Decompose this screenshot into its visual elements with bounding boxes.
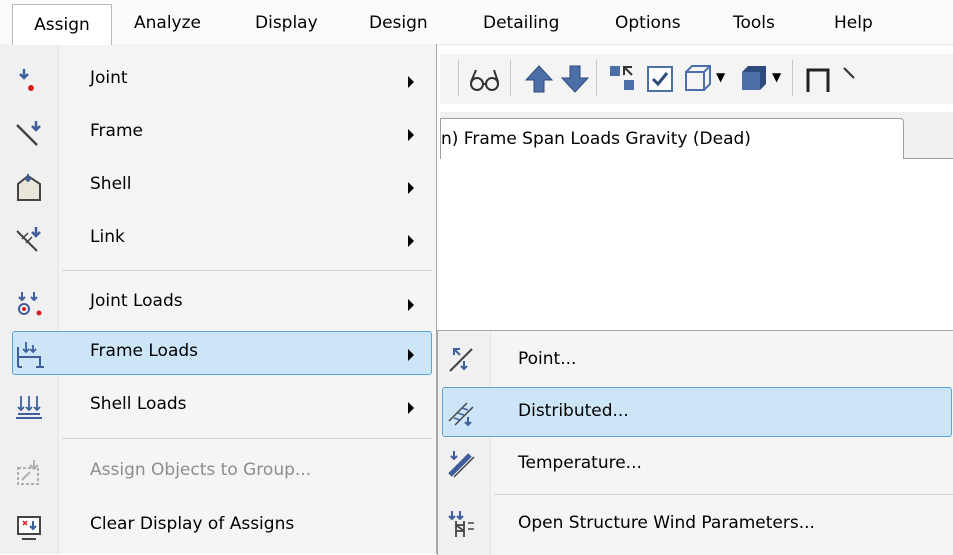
- select-icon[interactable]: [606, 62, 640, 96]
- submenu-arrow-icon: [408, 349, 414, 361]
- menu-design[interactable]: Design: [369, 10, 428, 36]
- frame-loads-submenu: Point... Distributed... Temperature... O…: [437, 330, 953, 555]
- menu-item-assign-objects-to-group[interactable]: Assign Objects to Group...: [0, 448, 436, 498]
- temperature-load-icon: [448, 451, 475, 478]
- toolbar-separator: [510, 60, 511, 96]
- link-icon: [16, 227, 41, 252]
- group-icon: [17, 460, 39, 485]
- menu-item-label: Link: [90, 227, 125, 247]
- submenu-arrow-icon: [408, 182, 414, 194]
- submenu-item-temperature[interactable]: Temperature...: [438, 437, 953, 491]
- submenu-item-distributed[interactable]: Distributed...: [438, 385, 953, 439]
- toolbar-separator: [596, 60, 597, 96]
- menu-item-clear-display-of-assigns[interactable]: Clear Display of Assigns: [0, 502, 436, 552]
- submenu-item-label: Open Structure Wind Parameters...: [518, 513, 815, 533]
- menu-item-frame-loads[interactable]: Frame Loads: [0, 329, 436, 379]
- menu-item-label: Assign Objects to Group...: [90, 460, 312, 480]
- menu-separator: [62, 438, 432, 439]
- submenu-item-label: Temperature...: [518, 453, 642, 473]
- submenu-arrow-icon: [408, 402, 414, 414]
- checkbox-icon[interactable]: [644, 62, 678, 96]
- wind-parameters-icon: [448, 511, 474, 537]
- menu-detailing[interactable]: Detailing: [483, 10, 559, 36]
- toolbar: ▼ ▼: [440, 54, 953, 104]
- menu-help[interactable]: Help: [834, 10, 873, 36]
- menu-separator: [494, 494, 953, 495]
- menu-separator: [62, 270, 432, 271]
- distributed-load-icon: [448, 402, 474, 427]
- menu-bar: Assign Analyze Display Design Detailing …: [0, 0, 953, 45]
- submenu-arrow-icon: [408, 235, 414, 247]
- menu-item-joint-loads[interactable]: Joint Loads: [0, 279, 436, 329]
- submenu-item-point[interactable]: Point...: [438, 333, 953, 387]
- document-tab-title: n) Frame Span Loads Gravity (Dead): [441, 129, 751, 149]
- submenu-arrow-icon: [408, 299, 414, 311]
- dropdown-arrow-icon[interactable]: ▼: [716, 70, 725, 84]
- joint-loads-icon: [18, 292, 42, 316]
- menu-assign[interactable]: Assign: [12, 4, 112, 45]
- menu-item-link[interactable]: Link: [0, 215, 436, 265]
- menu-item-label: Joint Loads: [90, 291, 183, 311]
- arrow-down-icon[interactable]: [558, 62, 592, 96]
- menu-tools[interactable]: Tools: [733, 10, 775, 36]
- menu-analyze[interactable]: Analyze: [134, 10, 201, 36]
- joint-icon: [19, 69, 34, 91]
- menu-item-label: Joint: [90, 68, 128, 88]
- submenu-item-open-structure-wind-parameters[interactable]: Open Structure Wind Parameters...: [438, 497, 953, 551]
- clear-display-icon: [17, 516, 41, 540]
- submenu-arrow-icon: [408, 76, 414, 88]
- submenu-arrow-icon: [408, 129, 414, 141]
- point-load-icon: [449, 348, 473, 372]
- arrow-up-icon[interactable]: [522, 62, 556, 96]
- menu-item-label: Frame Loads: [90, 341, 199, 361]
- menu-item-joint[interactable]: Joint: [0, 56, 436, 106]
- box-view-icon[interactable]: [680, 62, 714, 96]
- document-tab-strip: n) Frame Span Loads Gravity (Dead): [440, 112, 953, 159]
- menu-item-frame[interactable]: Frame: [0, 109, 436, 159]
- menu-display[interactable]: Display: [255, 10, 318, 36]
- toolbar-separator: [458, 60, 459, 96]
- document-tab[interactable]: n) Frame Span Loads Gravity (Dead): [440, 118, 904, 159]
- submenu-item-label: Distributed...: [518, 401, 629, 421]
- partial-icon[interactable]: [838, 62, 872, 96]
- dropdown-arrow-icon[interactable]: ▼: [772, 70, 781, 84]
- frame-icon: [16, 121, 41, 146]
- menu-item-shell[interactable]: Shell: [0, 162, 436, 212]
- menu-options[interactable]: Options: [615, 10, 681, 36]
- toolbar-separator: [792, 60, 793, 96]
- assign-menu: Joint Frame Shell Link Joint Loads Frame…: [0, 44, 437, 554]
- menu-item-shell-loads[interactable]: Shell Loads: [0, 382, 436, 432]
- frame-icon[interactable]: [802, 62, 836, 96]
- solid-view-icon[interactable]: [736, 62, 770, 96]
- menu-item-label: Frame: [90, 121, 143, 141]
- menu-item-label: Shell Loads: [90, 394, 187, 414]
- menu-highlight: [12, 331, 432, 375]
- menu-item-label: Clear Display of Assigns: [90, 514, 295, 534]
- glasses-icon[interactable]: [468, 62, 502, 96]
- menu-item-label: Shell: [90, 174, 132, 194]
- submenu-item-label: Point...: [518, 349, 577, 369]
- frame-loads-icon: [17, 342, 44, 368]
- shell-icon: [17, 174, 41, 201]
- shell-loads-icon: [16, 396, 42, 419]
